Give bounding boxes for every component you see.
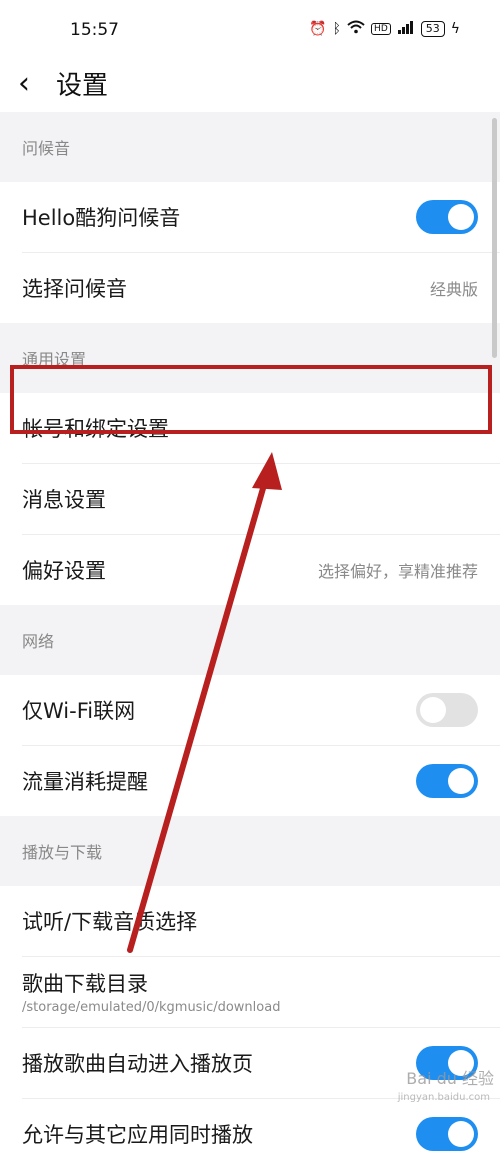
annotation-arrow-icon bbox=[127, 452, 282, 953]
watermark-logo: Bai du 经验 bbox=[406, 1069, 494, 1088]
watermark-url: jingyan.baidu.com bbox=[397, 1092, 490, 1103]
allow-other-apps-toggle[interactable] bbox=[416, 1117, 478, 1151]
allow-other-apps-label: 允许与其它应用同时播放 bbox=[22, 1123, 253, 1147]
toggle-knob bbox=[448, 1121, 474, 1147]
